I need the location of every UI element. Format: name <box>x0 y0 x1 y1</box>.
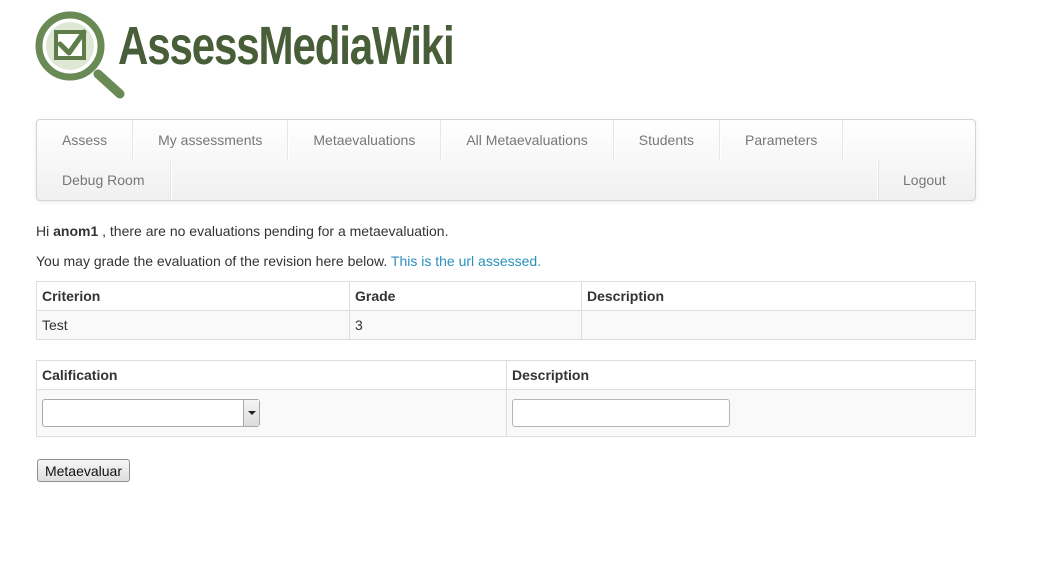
magnifier-checkbox-icon <box>35 11 125 99</box>
logout-link[interactable]: Logout <box>878 160 975 200</box>
grade-cell: 3 <box>349 310 581 340</box>
brand-name: AssessMediaWiki <box>118 16 455 76</box>
nav-row-secondary: Debug Room <box>37 160 171 200</box>
calification-select[interactable] <box>42 399 260 427</box>
logo: AssessMediaWiki <box>34 10 455 100</box>
nav-item-debug-room[interactable]: Debug Room <box>37 160 171 200</box>
form-description-cell <box>506 389 976 437</box>
description-cell <box>581 310 976 340</box>
column-header-criterion: Criterion <box>36 281 349 310</box>
column-header-calification: Calification <box>36 360 506 389</box>
metaevaluar-button[interactable]: Metaevaluar <box>37 459 130 482</box>
chevron-down-icon[interactable] <box>243 400 259 426</box>
nav-item-metaevaluations[interactable]: Metaevaluations <box>288 120 442 160</box>
nav-item-parameters[interactable]: Parameters <box>720 120 844 160</box>
column-header-form-description: Description <box>506 360 976 389</box>
assessed-url-link[interactable]: This is the url assessed. <box>391 253 541 269</box>
form-row <box>36 389 976 437</box>
table-header-row: Criterion Grade Description <box>36 281 976 310</box>
pending-message: Hi anom1 , there are no evaluations pend… <box>36 223 448 239</box>
nav-item-all-metaevaluations[interactable]: All Metaevaluations <box>441 120 614 160</box>
criteria-table: Criterion Grade Description Test 3 <box>36 281 976 340</box>
grade-instructions: You may grade the evaluation of the revi… <box>36 253 541 269</box>
pending-text: , there are no evaluations pending for a… <box>102 223 449 239</box>
nav-item-my-assessments[interactable]: My assessments <box>133 120 289 160</box>
criterion-cell: Test <box>36 310 349 340</box>
column-header-grade: Grade <box>349 281 581 310</box>
greeting: Hi <box>36 223 50 239</box>
nav-row-primary: Assess My assessments Metaevaluations Al… <box>37 120 844 160</box>
calification-cell <box>36 389 506 437</box>
table-row: Test 3 <box>36 310 976 340</box>
column-header-description: Description <box>581 281 976 310</box>
nav-item-students[interactable]: Students <box>614 120 720 160</box>
grade-intro-text: You may grade the evaluation of the revi… <box>36 253 388 269</box>
description-input[interactable] <box>512 399 730 427</box>
table-header-row: Calification Description <box>36 360 976 389</box>
metaevaluation-form-table: Calification Description <box>36 360 976 437</box>
username: anom1 <box>53 223 99 239</box>
main-navbar: Assess My assessments Metaevaluations Al… <box>36 119 976 201</box>
nav-item-assess[interactable]: Assess <box>37 120 134 160</box>
